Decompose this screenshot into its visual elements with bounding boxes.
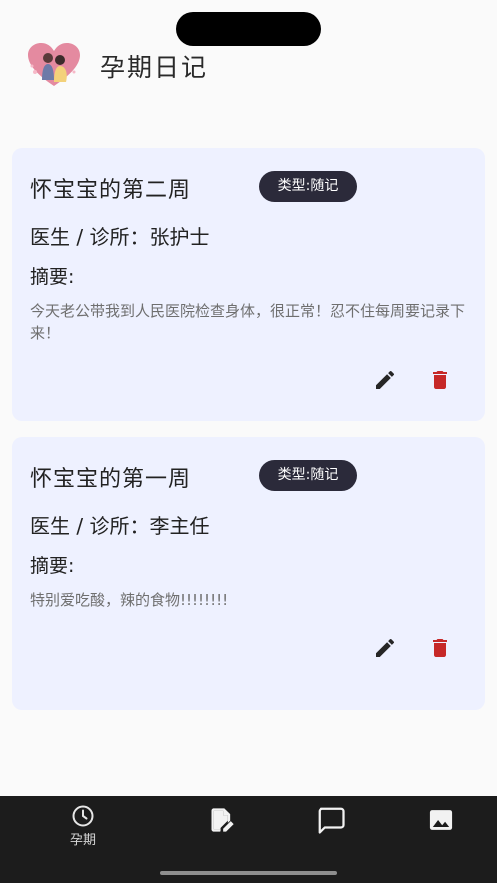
edit-note-icon (211, 808, 234, 832)
edit-button[interactable] (370, 365, 400, 395)
pencil-icon (376, 370, 395, 389)
nav-item-messages[interactable] (301, 804, 361, 848)
app-header: 孕期日记 (0, 40, 497, 92)
clock-icon (72, 805, 94, 827)
bottom-navigation: 孕期 (0, 796, 497, 883)
entry-summary: 特别爱吃酸，辣的食物!!!!!!!! (30, 591, 229, 609)
trash-icon (433, 371, 447, 389)
entry-title: 怀宝宝的第二周 (30, 178, 192, 203)
entry-summary-label: 摘要: (30, 555, 75, 577)
entry-doctor: 医生 / 诊所：李主任 (30, 514, 210, 538)
entry-title: 怀宝宝的第一周 (30, 467, 192, 492)
trash-icon (433, 639, 447, 657)
entry-type-badge: 类型:随记 (259, 460, 357, 491)
pencil-icon (376, 638, 395, 657)
nav-item-label: 孕期 (69, 833, 96, 848)
chat-icon (318, 807, 345, 834)
nav-item-gallery[interactable] (411, 804, 471, 848)
home-indicator (160, 871, 337, 875)
entry-summary: 今天老公带我到人民医院检查身体，很正常！忍不住每周要记录下来！ (30, 302, 466, 342)
image-icon (429, 810, 453, 830)
delete-button[interactable] (425, 365, 455, 395)
entry-type-badge: 类型:随记 (259, 171, 357, 202)
edit-button[interactable] (370, 633, 400, 663)
app-logo (26, 42, 82, 88)
entry-summary-label: 摘要: (30, 266, 75, 288)
diary-entry-card[interactable]: 怀宝宝的第二周 类型:随记 医生 / 诊所：张护士 摘要: 今天老公带我到人民医… (12, 148, 485, 421)
delete-button[interactable] (425, 633, 455, 663)
nav-item-edit[interactable] (192, 804, 252, 848)
nav-item-pregnancy[interactable]: 孕期 (53, 804, 113, 848)
entry-doctor: 医生 / 诊所：张护士 (30, 225, 210, 249)
app-title: 孕期日记 (100, 53, 209, 82)
diary-entry-card[interactable]: 怀宝宝的第一周 类型:随记 医生 / 诊所：李主任 摘要: 特别爱吃酸，辣的食物… (12, 437, 485, 710)
